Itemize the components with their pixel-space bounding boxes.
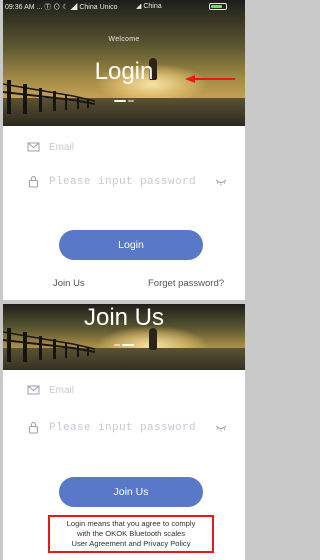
join-us-link[interactable]: Join Us bbox=[53, 278, 85, 289]
email-input[interactable] bbox=[49, 137, 201, 157]
login-screen: 09:36 AM ... Ⓣ ⊙ ☾ ◢ China Unico ◢ China… bbox=[3, 0, 245, 300]
password-field[interactable] bbox=[27, 172, 227, 192]
agreement-link[interactable]: User Agreement and Privacy Policy bbox=[50, 539, 212, 549]
eye-closed-icon[interactable] bbox=[215, 177, 227, 187]
page-title: Join Us bbox=[83, 304, 165, 331]
mail-icon bbox=[27, 385, 40, 395]
agreement-notice: Login means that you agree to comply wit… bbox=[48, 515, 214, 553]
join-us-button[interactable]: Join Us bbox=[59, 477, 203, 507]
password-input[interactable] bbox=[49, 172, 201, 192]
hero-banner: Join Us bbox=[3, 304, 245, 370]
page-indicator bbox=[114, 344, 134, 346]
email-input[interactable] bbox=[49, 380, 201, 400]
agreement-line-1: Login means that you agree to comply bbox=[66, 519, 196, 528]
lock-icon bbox=[29, 176, 38, 188]
hero-banner: 09:36 AM ... Ⓣ ⊙ ☾ ◢ China Unico ◢ China… bbox=[3, 0, 245, 126]
email-field[interactable] bbox=[27, 380, 223, 400]
page-indicator bbox=[114, 100, 134, 102]
red-arrow-icon bbox=[185, 75, 235, 83]
forget-password-link[interactable]: Forget password? bbox=[148, 278, 224, 289]
login-button[interactable]: Login bbox=[59, 230, 203, 260]
indicator-dot bbox=[128, 100, 134, 102]
email-field[interactable] bbox=[27, 137, 223, 157]
lock-icon bbox=[29, 422, 38, 434]
indicator-dot bbox=[114, 344, 120, 346]
indicator-dot-active bbox=[122, 344, 134, 346]
battery-level bbox=[211, 5, 222, 8]
password-field[interactable] bbox=[27, 418, 227, 438]
status-time-carrier: 09:36 AM ... Ⓣ ⊙ ☾ ◢ China Unico bbox=[5, 4, 118, 11]
indicator-dot-active bbox=[114, 100, 126, 102]
eye-closed-icon[interactable] bbox=[215, 423, 227, 433]
battery-icon bbox=[209, 3, 227, 10]
status-carrier: ◢ China bbox=[136, 3, 162, 10]
welcome-label: Welcome bbox=[108, 36, 140, 43]
status-bar: 09:36 AM ... Ⓣ ⊙ ☾ ◢ China Unico ◢ China bbox=[3, 0, 245, 13]
agreement-line-2: with the OKOK Bluetooth scales bbox=[76, 529, 186, 538]
join-screen: Join Us Join Us Login means that you agr… bbox=[3, 304, 245, 560]
mail-icon bbox=[27, 142, 40, 152]
password-input[interactable] bbox=[49, 418, 201, 438]
